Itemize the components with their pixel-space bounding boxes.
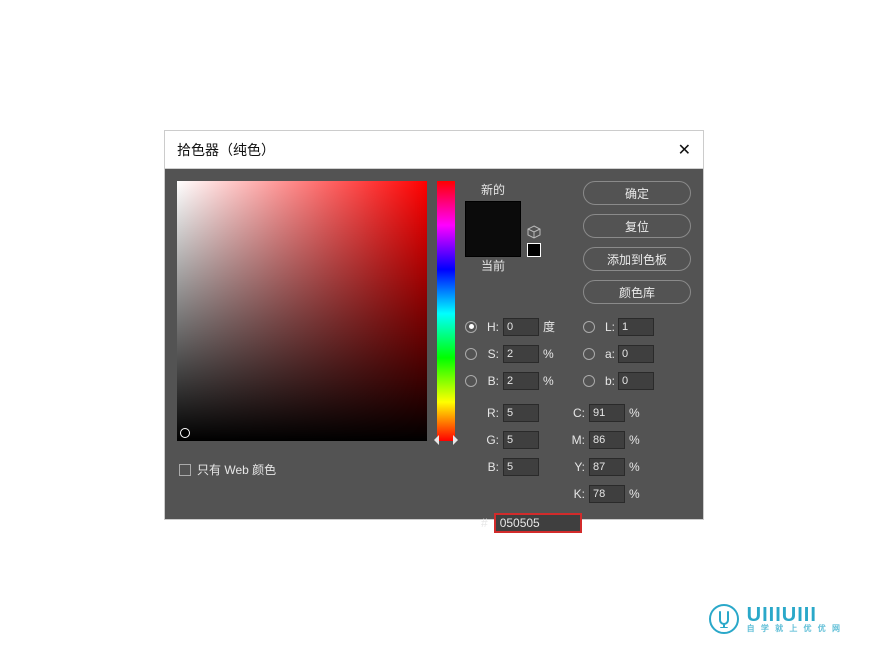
input-l[interactable] — [618, 318, 654, 336]
brand-name: UIIIUIII — [747, 605, 842, 625]
label-bv: B: — [481, 374, 499, 388]
right-column: 新的 当前 确定 复位 添加到色板 颜色库 — [465, 181, 691, 507]
input-r[interactable] — [503, 404, 539, 422]
ok-button[interactable]: 确定 — [583, 181, 691, 205]
hue-slider[interactable] — [437, 181, 455, 441]
picker-cursor-icon[interactable] — [180, 428, 190, 438]
input-g[interactable] — [503, 431, 539, 449]
hsb-column: H: 度 S: % B: — [465, 316, 559, 394]
label-y: Y: — [567, 460, 585, 474]
label-k: K: — [567, 487, 585, 501]
label-s: S: — [481, 347, 499, 361]
value-fields: H: 度 S: % B: — [465, 316, 691, 533]
mini-swatch[interactable] — [527, 243, 541, 257]
label-a: a: — [599, 347, 615, 361]
label-lab-b: b: — [599, 374, 615, 388]
input-bc[interactable] — [503, 458, 539, 476]
radio-l[interactable] — [583, 321, 595, 333]
unit-y: % — [629, 460, 645, 474]
unit-k: % — [629, 487, 645, 501]
add-swatch-button[interactable]: 添加到色板 — [583, 247, 691, 271]
unit-s: % — [543, 347, 559, 361]
current-color-label: 当前 — [465, 257, 521, 274]
input-m[interactable] — [589, 431, 625, 449]
hex-row: # — [465, 513, 691, 533]
new-color-label: 新的 — [465, 181, 521, 198]
label-m: M: — [567, 433, 585, 447]
cube-icon[interactable] — [527, 225, 541, 239]
label-r: R: — [481, 406, 499, 420]
label-g: G: — [481, 433, 499, 447]
hex-label: # — [481, 516, 488, 530]
brand-logo-icon — [709, 604, 739, 634]
watermark-brand: UIIIUIII 自 学 就 上 优 优 网 — [709, 604, 842, 634]
radio-lab-b[interactable] — [583, 375, 595, 387]
web-only-row: 只有 Web 颜色 — [179, 461, 276, 478]
input-bv[interactable] — [503, 372, 539, 390]
input-y[interactable] — [589, 458, 625, 476]
input-c[interactable] — [589, 404, 625, 422]
radio-h[interactable] — [465, 321, 477, 333]
rgb-column: R: G: B: — [465, 402, 539, 507]
web-only-label: 只有 Web 颜色 — [197, 461, 276, 478]
label-l: L: — [599, 320, 615, 334]
cmyk-column: C: % M: % Y: % — [567, 402, 645, 507]
unit-m: % — [629, 433, 645, 447]
radio-b[interactable] — [465, 375, 477, 387]
color-library-button[interactable]: 颜色库 — [583, 280, 691, 304]
input-a[interactable] — [618, 345, 654, 363]
input-k[interactable] — [589, 485, 625, 503]
unit-bv: % — [543, 374, 559, 388]
color-picker-dialog: 拾色器（纯色） ✕ 新的 当前 确定 复位 — [164, 130, 704, 520]
unit-h: 度 — [543, 318, 559, 335]
radio-s[interactable] — [465, 348, 477, 360]
hue-handle-left-icon[interactable] — [429, 435, 439, 445]
hue-handle-right-icon[interactable] — [453, 435, 463, 445]
label-bc: B: — [481, 460, 499, 474]
hex-input[interactable] — [494, 513, 582, 533]
input-lab-b[interactable] — [618, 372, 654, 390]
label-h: H: — [481, 320, 499, 334]
radio-a[interactable] — [583, 348, 595, 360]
brand-sub: 自 学 就 上 优 优 网 — [747, 625, 842, 633]
color-preview: 新的 当前 — [465, 181, 521, 277]
dialog-body: 新的 当前 确定 复位 添加到色板 颜色库 — [165, 169, 703, 519]
reset-button[interactable]: 复位 — [583, 214, 691, 238]
lab-column: L: a: b: — [583, 316, 654, 394]
titlebar: 拾色器（纯色） ✕ — [165, 131, 703, 169]
current-color-swatch — [466, 229, 520, 256]
button-column: 确定 复位 添加到色板 颜色库 — [583, 181, 691, 304]
new-color-swatch — [466, 202, 520, 229]
label-c: C: — [567, 406, 585, 420]
unit-c: % — [629, 406, 645, 420]
saturation-field[interactable] — [177, 181, 427, 441]
input-s[interactable] — [503, 345, 539, 363]
dialog-title: 拾色器（纯色） — [177, 140, 275, 160]
preview-swatch[interactable] — [465, 201, 521, 257]
close-icon[interactable]: ✕ — [678, 140, 691, 160]
web-only-checkbox[interactable] — [179, 464, 191, 476]
input-h[interactable] — [503, 318, 539, 336]
